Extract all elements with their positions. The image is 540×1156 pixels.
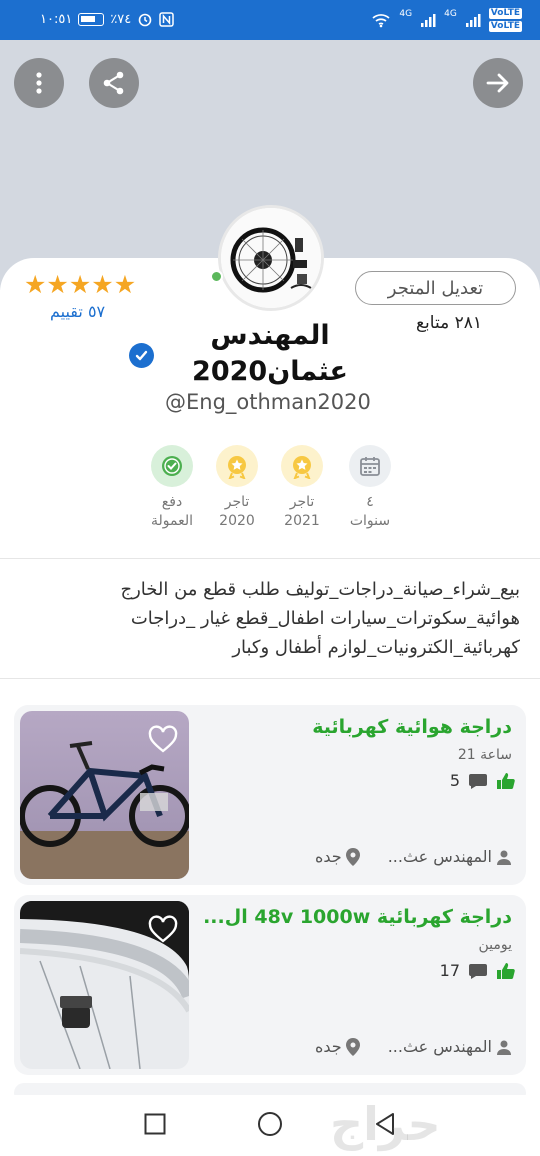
network-type-2: 4G — [444, 9, 457, 19]
volte-badge-1: VoLTE — [488, 8, 522, 19]
bicycle-wheel-image — [221, 208, 321, 308]
rating-stars: ★★★★★ — [24, 270, 136, 299]
badge-2021-line1: تاجر — [289, 494, 315, 510]
star-medal-icon — [281, 445, 323, 487]
arrow-right-icon — [486, 73, 509, 93]
status-time: ١٠:٥١ — [40, 11, 73, 27]
edit-store-button[interactable]: تعديل المتجر — [355, 271, 516, 305]
listing-stats: 17 — [440, 961, 516, 980]
star-icon: ★ — [68, 270, 92, 299]
star-icon: ★ — [91, 270, 114, 299]
badges-row: ٤ سنوات تاجر 2021 تاجر 2020 دفع العمولة — [140, 445, 400, 545]
listing-author[interactable]: المهندس عث... — [388, 1037, 512, 1056]
store-name-line2: عثمان2020 — [192, 356, 348, 387]
share-icon — [103, 71, 124, 95]
listing-card[interactable]: دراجة كهربائية 48v 1000w ال... يومين 17 … — [14, 895, 526, 1075]
listing-title[interactable]: دراجة هوائية كهربائية — [202, 716, 512, 738]
badge-years: ٤ سنوات — [338, 445, 402, 531]
check-seal-icon — [151, 445, 193, 487]
star-icon: ★ — [46, 270, 69, 299]
listing-time: 21 ساعة — [457, 747, 512, 763]
listing-meta: المهندس عث... جده — [315, 847, 512, 866]
badge-merchant-2020: تاجر 2020 — [205, 445, 269, 531]
store-bio: بيع_شراء_صيانة_دراجات_توليف طلب قطع من ا… — [120, 579, 520, 658]
listing-author[interactable]: المهندس عث... — [388, 847, 512, 866]
badge-2020-line1: تاجر — [224, 494, 250, 510]
badge-commission-line1: دفع — [161, 494, 183, 510]
user-icon — [497, 1040, 511, 1055]
badge-years-line1: ٤ — [366, 494, 374, 510]
volte-badge-2: VoLTE — [488, 21, 522, 32]
status-bar: ١٠:٥١ ٪٧٤ 4G 4G VoLTE VoLTE — [0, 0, 540, 40]
wifi-icon — [372, 14, 390, 28]
back-button[interactable] — [473, 58, 523, 108]
more-options-button[interactable] — [14, 58, 64, 108]
listing-card[interactable]: دراجة هوائية كهربائية 21 ساعة 5 المهندس … — [14, 705, 526, 885]
divider — [0, 558, 540, 559]
rating-count-link[interactable]: ٥٧ تقييم — [50, 302, 105, 321]
store-name: المهندس عثمان2020 — [180, 318, 360, 390]
thumbs-up-icon — [497, 772, 515, 789]
more-vertical-icon — [36, 72, 42, 94]
battery-level: ٪٧٤ — [110, 11, 132, 27]
online-indicator — [210, 270, 223, 283]
comment-count: 17 — [439, 961, 460, 980]
followers-count[interactable]: ٢٨١ متابع — [416, 313, 482, 333]
comment-icon — [469, 963, 487, 979]
alarm-icon — [138, 13, 152, 27]
share-button[interactable] — [89, 58, 139, 108]
signal-icon-2 — [465, 14, 481, 27]
listing-city: جده — [315, 847, 360, 866]
signal-icon — [421, 14, 436, 27]
city-name: جده — [315, 1037, 342, 1056]
comment-count: 5 — [449, 771, 460, 790]
user-icon — [497, 850, 511, 865]
store-avatar[interactable] — [218, 205, 324, 311]
nfc-icon — [159, 11, 175, 27]
favorite-heart-icon[interactable] — [148, 725, 178, 755]
star-icon: ★ — [113, 270, 137, 299]
badge-commission-line2: العمولة — [150, 513, 193, 529]
location-pin-icon — [345, 847, 360, 866]
thumbs-up-icon — [497, 962, 515, 979]
verified-icon — [129, 343, 154, 368]
comment-icon — [469, 773, 487, 789]
badge-2020-line2: 2020 — [219, 513, 255, 529]
author-name: المهندس عث... — [387, 847, 492, 866]
location-pin-icon — [345, 1037, 360, 1056]
favorite-heart-icon[interactable] — [148, 915, 178, 945]
system-nav-bar: حراج — [0, 1095, 540, 1156]
city-name: جده — [315, 847, 342, 866]
circle-icon[interactable] — [257, 1111, 283, 1137]
star-medal-icon — [216, 445, 258, 487]
listing-title[interactable]: دراجة كهربائية 48v 1000w ال... — [202, 906, 512, 928]
store-handle: @Eng_othman2020 — [165, 390, 371, 414]
store-name-line1: المهندس — [210, 320, 330, 351]
author-name: المهندس عث... — [387, 1037, 492, 1056]
star-icon: ★ — [24, 270, 47, 299]
listing-time: يومين — [478, 937, 512, 953]
listing-stats: 5 — [450, 771, 516, 790]
badge-2021-line2: 2021 — [284, 513, 320, 529]
listing-meta: المهندس عث... جده — [315, 1037, 512, 1056]
badge-commission-paid: دفع العمولة — [140, 445, 204, 531]
calendar-icon — [349, 445, 391, 487]
badge-years-line2: سنوات — [349, 513, 391, 529]
square-icon[interactable] — [144, 1113, 166, 1135]
listing-city: جده — [315, 1037, 360, 1056]
divider — [0, 678, 540, 679]
battery-icon — [78, 12, 105, 26]
haraj-watermark: حراج — [330, 1097, 441, 1151]
badge-merchant-2021: تاجر 2021 — [270, 445, 334, 531]
network-type-1: 4G — [399, 9, 413, 19]
